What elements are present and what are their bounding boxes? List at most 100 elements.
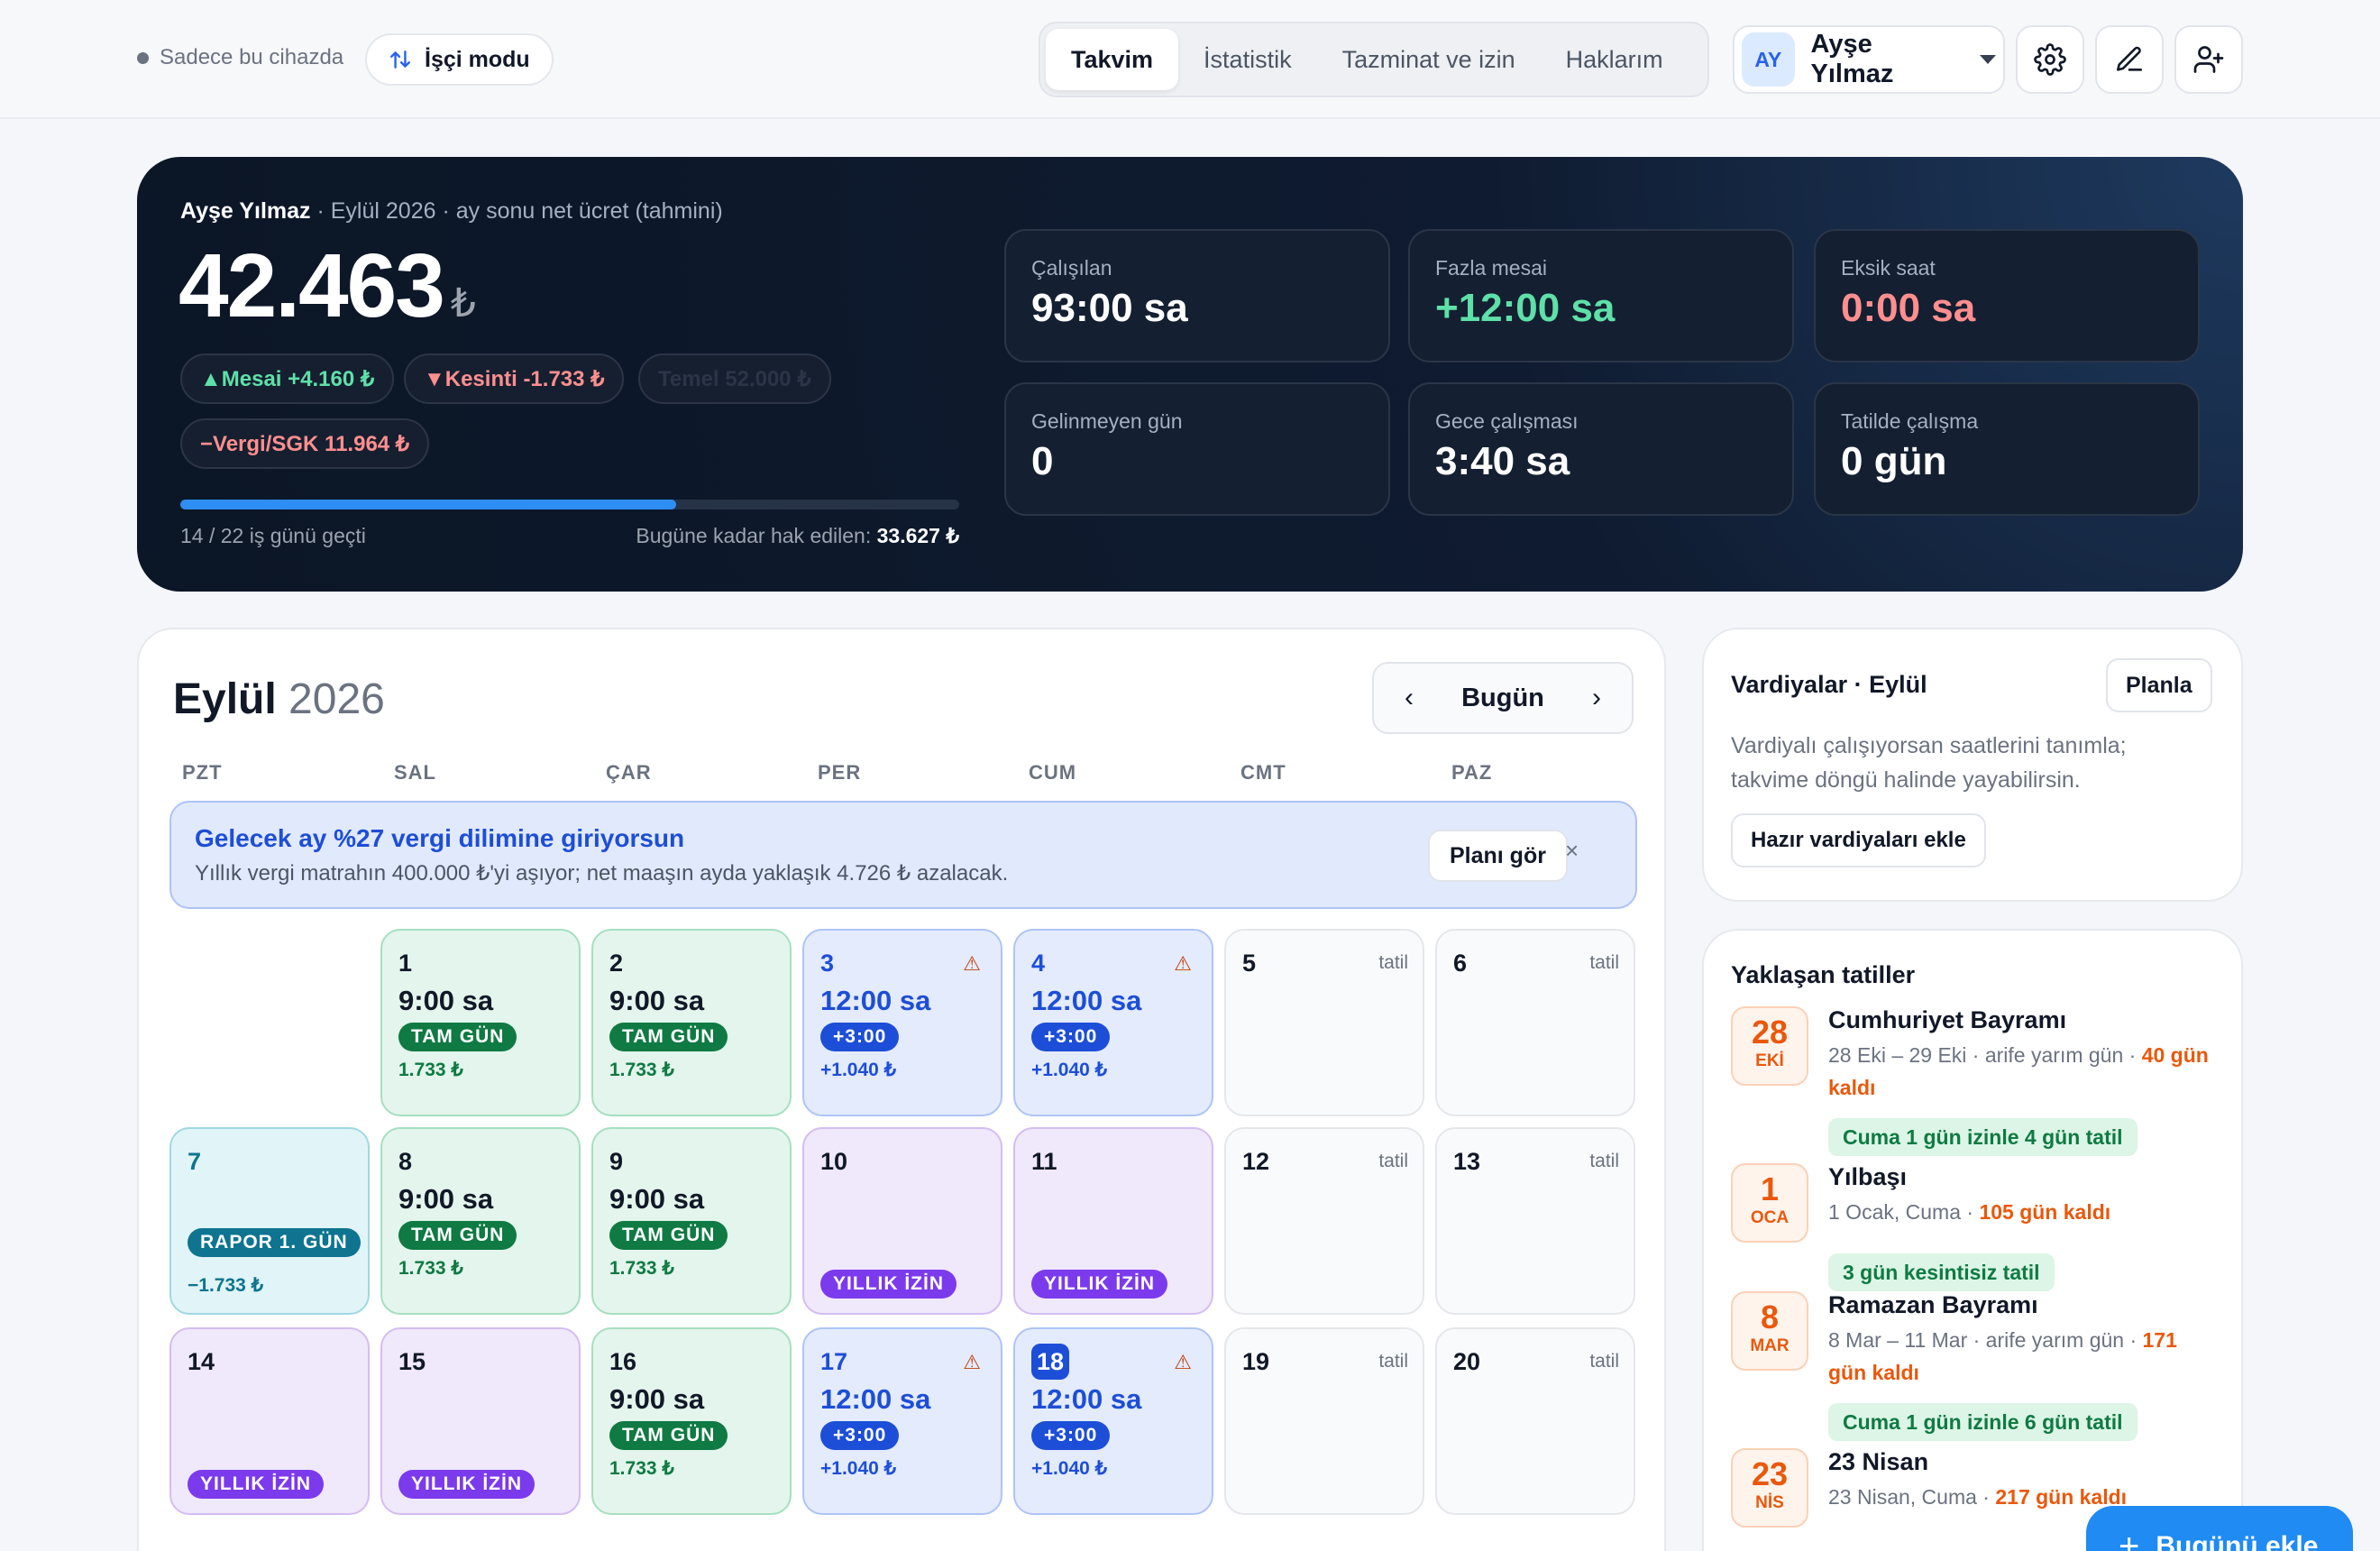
salary-summary-card: Ayşe Yılmaz · Eylül 2026 · ay sonu net ü… — [137, 157, 2243, 592]
calendar-day[interactable]: 19 tatil — [1224, 1327, 1424, 1515]
calendar-day[interactable]: 2 9:00 sa TAM GÜN 1.733 ₺ — [591, 929, 792, 1116]
tab-istatistik[interactable]: İstatistik — [1178, 29, 1317, 90]
day-amount: −1.733 ₺ — [188, 1275, 264, 1296]
calendar-day[interactable]: 8 9:00 sa TAM GÜN 1.733 ₺ — [380, 1127, 581, 1315]
weekday-header: PAZ — [1451, 761, 1493, 784]
calendar-day[interactable]: 15 YILLIK İZİN — [380, 1327, 581, 1515]
add-user-button[interactable] — [2174, 25, 2243, 94]
holiday-date-badge: 8 MAR — [1731, 1291, 1808, 1371]
calendar-day[interactable]: 17 ⚠ 12:00 sa +3:00 +1.040 ₺ — [802, 1327, 1002, 1515]
calendar-day[interactable]: 6 tatil — [1435, 929, 1635, 1116]
calendar-day[interactable]: 16 9:00 sa TAM GÜN 1.733 ₺ — [591, 1327, 792, 1515]
day-number: 7 — [188, 1147, 202, 1175]
day-number: 17 — [820, 1347, 848, 1375]
base-salary-pill: Temel 52.000 ₺ — [638, 353, 831, 404]
stat-value: +12:00 sa — [1435, 286, 1616, 330]
net-salary-amount: 42.463 ₺ — [178, 234, 476, 338]
summary-title: Ayşe Yılmaz · Eylül 2026 · ay sonu net ü… — [180, 198, 723, 225]
summary-subtitle: · Eylül 2026 · ay sonu net ücret (tahmin… — [316, 198, 723, 224]
calendar-day[interactable]: 5 tatil — [1224, 929, 1424, 1116]
stat-absent-days: Gelinmeyen gün 0 — [1004, 382, 1390, 516]
workday-progress-label: 14 / 22 iş günü geçti — [180, 524, 366, 547]
tab-takvim[interactable]: Takvim — [1046, 29, 1179, 90]
tab-tazminat-izin[interactable]: Tazminat ve izin — [1317, 29, 1541, 90]
holiday-meta: 8 Mar – 11 Mar · arife yarım gün · 171 g… — [1828, 1324, 2216, 1389]
mode-toggle-button[interactable]: İşçi modu — [365, 33, 554, 86]
calendar-day[interactable]: 1 9:00 sa TAM GÜN 1.733 ₺ — [380, 929, 581, 1116]
day-tag: TAM GÜN — [609, 1421, 728, 1450]
calendar-day[interactable]: 18 ⚠ 12:00 sa +3:00 +1.040 ₺ — [1013, 1327, 1213, 1515]
calendar-day[interactable]: 3 ⚠ 12:00 sa +3:00 +1.040 ₺ — [802, 929, 1002, 1116]
calendar-day[interactable]: 13 tatil — [1435, 1127, 1635, 1315]
days-left: 105 gün kaldı — [1979, 1200, 2111, 1224]
user-menu-button[interactable]: AY Ayşe Yılmaz — [1733, 25, 2005, 94]
holiday-meta: 1 Ocak, Cuma · 105 gün kaldı — [1828, 1196, 2216, 1228]
day-amount: +1.040 ₺ — [1031, 1458, 1108, 1479]
calendar-day[interactable]: 20 tatil — [1435, 1327, 1635, 1515]
settings-button[interactable] — [2016, 25, 2084, 94]
day-number: 11 — [1031, 1147, 1057, 1175]
day-tag: RAPOR 1. GÜN — [188, 1228, 361, 1257]
warning-icon: ⚠ — [963, 1351, 981, 1373]
earned-value: 33.627 ₺ — [876, 524, 959, 547]
calendar-day[interactable]: 9 9:00 sa TAM GÜN 1.733 ₺ — [591, 1127, 792, 1315]
holiday-meta: 28 Eki – 29 Eki · arife yarım gün · 40 g… — [1828, 1039, 2216, 1104]
plan-shifts-button[interactable]: Planla — [2106, 658, 2212, 712]
prev-month-button[interactable]: ‹ — [1405, 683, 1414, 713]
day-amount: +1.040 ₺ — [820, 1060, 897, 1080]
stat-value: 3:40 sa — [1435, 439, 1570, 483]
holiday-label: tatil — [1378, 1351, 1408, 1372]
day-hours: 9:00 sa — [398, 1183, 494, 1215]
calendar-day[interactable]: 11 YILLIK İZİN — [1013, 1127, 1213, 1315]
calendar-day[interactable]: 10 YILLIK İZİN — [802, 1127, 1002, 1315]
edit-button[interactable] — [2095, 25, 2164, 94]
main-tabs: Takvim İstatistik Tazminat ve izin Hakla… — [1039, 22, 1709, 97]
next-month-button[interactable]: › — [1592, 683, 1601, 713]
day-hours: 9:00 sa — [609, 985, 705, 1016]
close-icon[interactable]: × — [1565, 837, 1579, 865]
calendar-day[interactable]: 12 tatil — [1224, 1127, 1424, 1315]
tab-haklarim[interactable]: Haklarım — [1541, 29, 1689, 90]
device-scope: Sadece bu cihazda — [137, 45, 343, 70]
stat-label: Gece çalışması — [1435, 409, 1579, 433]
day-amount: 1.733 ₺ — [398, 1258, 463, 1279]
holiday-dates: 28 Eki – 29 Eki · arife yarım gün · — [1828, 1043, 2142, 1067]
calendar-card: Eylül 2026 ‹ Bugün › PZT SAL ÇAR PER CUM… — [137, 628, 1666, 1551]
holiday-dates: 1 Ocak, Cuma · — [1828, 1200, 1980, 1224]
calendar-day[interactable]: 7 RAPOR 1. GÜN −1.733 ₺ — [169, 1127, 370, 1315]
add-preset-shifts-button[interactable]: Hazır vardiyaları ekle — [1731, 813, 1986, 867]
weekday-header: SAL — [394, 761, 436, 784]
add-today-button[interactable]: + Bugünü ekle — [2086, 1506, 2353, 1551]
holiday-bridge-chip: 3 gün kesintisiz tatil — [1828, 1253, 2055, 1291]
day-number: 2 — [609, 949, 624, 977]
user-name: Ayşe Yılmaz — [1810, 30, 1894, 88]
holiday-name: Yılbaşı — [1828, 1163, 1908, 1190]
calendar-title: Eylül 2026 — [173, 675, 385, 724]
day-tag: TAM GÜN — [398, 1221, 517, 1250]
weekday-header: CUM — [1029, 761, 1077, 784]
upcoming-holidays-card: Yaklaşan tatiller 28 EKİ Cumhuriyet Bayram… — [1702, 929, 2243, 1551]
earned-so-far: Bugüne kadar hak edilen: 33.627 ₺ — [636, 524, 959, 548]
calendar-day[interactable]: 4 ⚠ 12:00 sa +3:00 +1.040 ₺ — [1013, 929, 1213, 1116]
view-plan-button[interactable]: Planı gör — [1428, 830, 1568, 882]
alert-title: Gelecek ay %27 vergi dilimine giriyorsun — [195, 824, 685, 852]
day-amount: 1.733 ₺ — [609, 1060, 674, 1080]
calendar-day[interactable]: 14 YILLIK İZİN — [169, 1327, 370, 1515]
day-number: 16 — [609, 1347, 637, 1375]
tax-bracket-alert: Gelecek ay %27 vergi dilimine giriyorsun… — [169, 801, 1637, 909]
day-number: 18 — [1031, 1344, 1069, 1380]
add-user-icon — [2193, 46, 2224, 73]
weekday-header: PER — [818, 761, 862, 784]
holiday-name: 23 Nisan — [1828, 1448, 1929, 1475]
warning-icon: ⚠ — [1174, 952, 1192, 975]
day-tag: TAM GÜN — [609, 1023, 728, 1051]
days-left: 217 gün kaldı — [1995, 1485, 2128, 1509]
holidays-title: Yaklaşan tatiller — [1731, 961, 1916, 988]
holiday-bridge-chip: Cuma 1 gün izinle 4 gün tatil — [1828, 1118, 2137, 1156]
weekday-header: CMT — [1240, 761, 1286, 784]
today-button[interactable]: Bugün — [1461, 684, 1544, 713]
holiday-date-badge: 23 NİS — [1731, 1448, 1808, 1528]
day-amount: 1.733 ₺ — [609, 1258, 674, 1279]
stat-value: 0:00 sa — [1841, 286, 1976, 330]
overtime-pill: ▲Mesai +4.160 ₺ — [180, 353, 395, 404]
